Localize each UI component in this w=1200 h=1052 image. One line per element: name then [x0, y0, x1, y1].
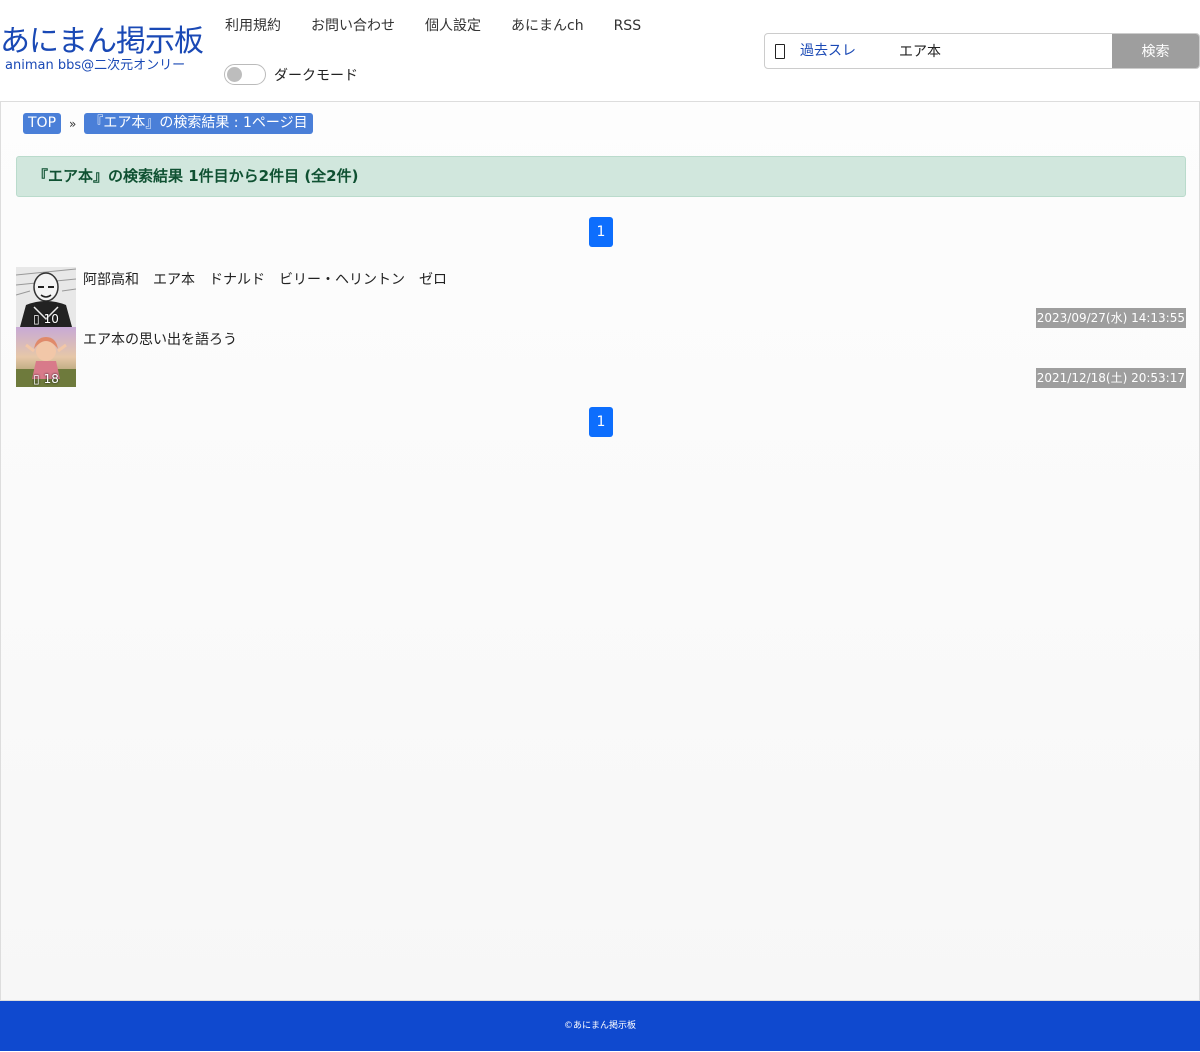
thread-row[interactable]: ▯ 18 エア本の思い出を語ろう 2021/12/18(土) 20:53:17: [16, 327, 1186, 388]
comment-icon: ▯: [33, 312, 40, 326]
thread-date: 2023/09/27(水) 14:13:55: [1035, 308, 1186, 328]
search-input[interactable]: [899, 34, 1112, 68]
breadcrumb: TOP » 『エア本』の検索結果 : 1ページ目: [23, 113, 313, 134]
pagination-page-button[interactable]: 1: [589, 407, 613, 437]
dark-mode-label: ダークモード: [274, 67, 358, 84]
site-subtitle: animan bbs@二次元オンリー: [5, 58, 186, 73]
search-button[interactable]: 検索: [1112, 34, 1199, 68]
breadcrumb-current[interactable]: 『エア本』の検索結果 : 1ページ目: [84, 113, 313, 134]
archive-icon: [765, 34, 795, 68]
pagination-page-button[interactable]: 1: [589, 217, 613, 247]
thread-thumbnail[interactable]: ▯ 18: [16, 327, 76, 387]
breadcrumb-top-link[interactable]: TOP: [23, 113, 62, 134]
main-content: TOP » 『エア本』の検索結果 : 1ページ目 『エア本』の検索結果 1件目か…: [0, 101, 1200, 1001]
nav-terms-link[interactable]: 利用規約: [225, 16, 281, 36]
thread-comment-count: ▯ 18: [16, 371, 76, 387]
comment-icon: ▯: [33, 372, 40, 386]
thread-thumbnail[interactable]: ▯ 10: [16, 267, 76, 327]
comment-count-value: 18: [43, 372, 59, 386]
search-scope-select[interactable]: 過去スレ: [795, 34, 899, 68]
site-logo[interactable]: あにまん掲示板 animan bbs@二次元オンリー: [0, 24, 210, 73]
dark-mode-switch[interactable]: ダークモード: [224, 64, 358, 85]
site-footer: ©あにまん掲示板: [0, 1001, 1200, 1051]
search-bar: 過去スレ 検索: [764, 33, 1200, 69]
comment-count-value: 10: [43, 312, 59, 326]
nav-contact-link[interactable]: お問い合わせ: [311, 16, 395, 36]
thread-comment-count: ▯ 10: [16, 311, 76, 327]
nav-animanch-link[interactable]: あにまんch: [511, 16, 584, 36]
nav-rss-link[interactable]: RSS: [614, 16, 642, 36]
breadcrumb-separator: »: [69, 116, 77, 131]
site-title[interactable]: あにまん掲示板: [0, 24, 210, 60]
thread-date: 2021/12/18(土) 20:53:17: [1035, 368, 1186, 388]
thread-title[interactable]: エア本の思い出を語ろう: [83, 331, 237, 349]
top-nav: 利用規約 お問い合わせ 個人設定 あにまんch RSS: [225, 16, 641, 36]
nav-settings-link[interactable]: 個人設定: [425, 16, 481, 36]
toggle-knob: [227, 67, 242, 82]
site-header: あにまん掲示板 animan bbs@二次元オンリー 利用規約 お問い合わせ 個…: [0, 0, 1200, 101]
result-summary: 『エア本』の検索結果 1件目から2件目 (全2件): [16, 156, 1186, 197]
thread-title[interactable]: 阿部高和 エア本 ドナルド ビリー・ヘリントン ゼロ: [83, 271, 447, 289]
dark-mode-toggle[interactable]: [224, 64, 266, 85]
thread-row[interactable]: ▯ 10 阿部高和 エア本 ドナルド ビリー・ヘリントン ゼロ 2023/09/…: [16, 267, 1186, 328]
